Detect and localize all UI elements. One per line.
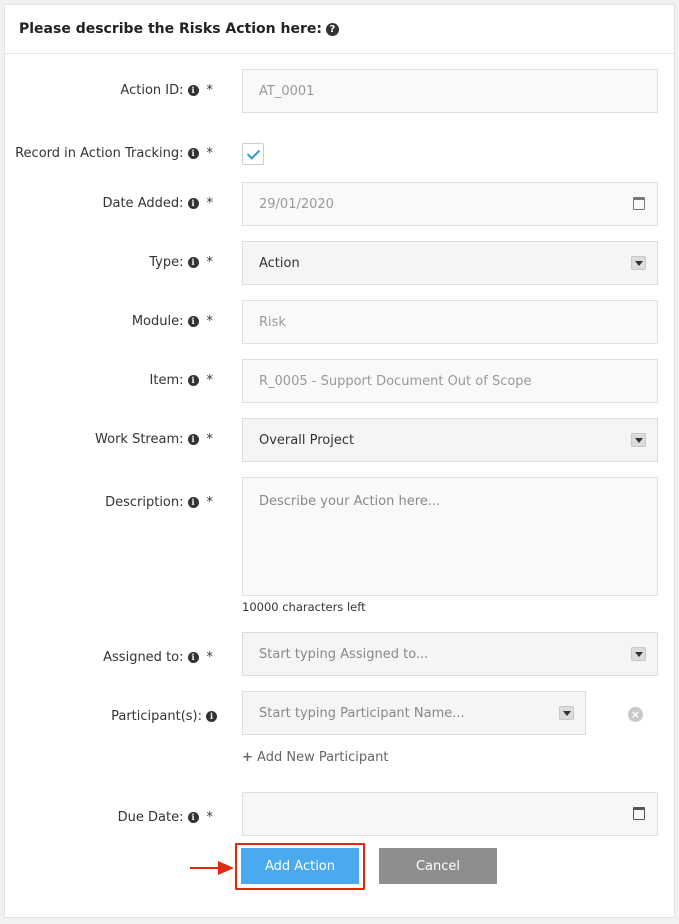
- record-tracking-label: Record in Action Tracking: i *: [15, 146, 213, 161]
- work-stream-select[interactable]: Overall Project: [242, 418, 658, 462]
- assigned-to-select[interactable]: Start typing Assigned to...: [242, 632, 658, 676]
- chevron-down-icon[interactable]: [559, 706, 574, 720]
- row-description: Description: i * 10000 characters left: [5, 477, 676, 617]
- action-id-field: AT_0001: [242, 69, 658, 113]
- info-icon[interactable]: i: [187, 85, 199, 96]
- date-added-field: 29/01/2020: [242, 182, 658, 226]
- row-module: Module: i * Risk: [5, 300, 676, 344]
- type-label: Type: i *: [149, 255, 213, 270]
- info-icon[interactable]: i: [187, 198, 199, 209]
- required-mark: *: [206, 255, 214, 270]
- item-label: Item: i *: [149, 373, 214, 388]
- row-type: Type: i * Action: [5, 241, 676, 285]
- row-date-added: Date Added: i * 29/01/2020: [5, 182, 676, 226]
- required-mark: *: [206, 810, 214, 825]
- type-select[interactable]: Action: [242, 241, 658, 285]
- add-action-button[interactable]: Add Action: [241, 848, 359, 884]
- module-label: Module: i *: [131, 314, 214, 329]
- info-icon[interactable]: i: [187, 812, 199, 823]
- chevron-down-icon[interactable]: [631, 433, 646, 447]
- characters-left: 10000 characters left: [242, 600, 366, 614]
- chevron-down-icon[interactable]: [631, 647, 646, 661]
- assigned-label: Assigned to: i *: [103, 650, 213, 665]
- info-icon[interactable]: i: [187, 375, 199, 386]
- info-icon[interactable]: i: [187, 316, 199, 327]
- due-date-field[interactable]: [242, 792, 658, 836]
- cancel-button[interactable]: Cancel: [379, 848, 497, 884]
- row-record-tracking: Record in Action Tracking: i *: [5, 142, 676, 166]
- info-icon[interactable]: i: [187, 434, 199, 445]
- row-assigned: Assigned to: i * Start typing Assigned t…: [5, 632, 676, 676]
- calendar-icon[interactable]: [633, 807, 645, 820]
- pointer-arrow-icon: [190, 861, 234, 875]
- row-due-date: Due Date: i *: [5, 792, 676, 836]
- panel-title: Please describe the Risks Action here:: [19, 21, 322, 37]
- row-action-id: Action ID: i * AT_0001: [5, 69, 676, 113]
- due-date-label: Due Date: i *: [117, 810, 214, 825]
- calendar-icon: [633, 197, 645, 210]
- help-icon[interactable]: ?: [325, 22, 339, 36]
- required-mark: *: [206, 373, 214, 388]
- item-field: R_0005 - Support Document Out of Scope: [242, 359, 658, 403]
- required-mark: *: [206, 314, 214, 329]
- work-stream-label: Work Stream: i *: [95, 432, 213, 447]
- row-work-stream: Work Stream: i * Overall Project: [5, 418, 676, 462]
- record-tracking-checkbox[interactable]: [242, 143, 264, 165]
- required-mark: *: [206, 146, 214, 161]
- required-mark: *: [206, 650, 214, 665]
- module-field: Risk: [242, 300, 658, 344]
- participants-label: Participant(s): i: [111, 709, 217, 724]
- participant-select[interactable]: Start typing Participant Name...: [242, 691, 586, 735]
- required-mark: *: [206, 432, 214, 447]
- required-mark: *: [206, 83, 214, 98]
- row-item: Item: i * R_0005 - Support Document Out …: [5, 359, 676, 403]
- plus-icon: +: [242, 750, 253, 765]
- action-form-panel: Please describe the Risks Action here: ?…: [4, 4, 675, 918]
- info-icon[interactable]: i: [187, 652, 199, 663]
- info-icon[interactable]: i: [206, 711, 217, 722]
- info-icon[interactable]: i: [187, 257, 199, 268]
- info-icon[interactable]: i: [187, 497, 199, 508]
- description-textarea[interactable]: [242, 477, 658, 596]
- panel-header: Please describe the Risks Action here: ?: [5, 5, 674, 54]
- date-added-label: Date Added: i *: [102, 196, 213, 211]
- row-participants: Participant(s): i Start typing Participa…: [5, 691, 676, 735]
- required-mark: *: [206, 196, 214, 211]
- action-id-label: Action ID: i *: [120, 83, 213, 98]
- remove-participant-icon[interactable]: ×: [628, 707, 643, 722]
- chevron-down-icon[interactable]: [631, 256, 646, 270]
- description-label: Description: i *: [105, 495, 213, 510]
- info-icon[interactable]: i: [187, 148, 199, 159]
- add-participant-link[interactable]: + Add New Participant: [242, 750, 388, 765]
- required-mark: *: [206, 495, 214, 510]
